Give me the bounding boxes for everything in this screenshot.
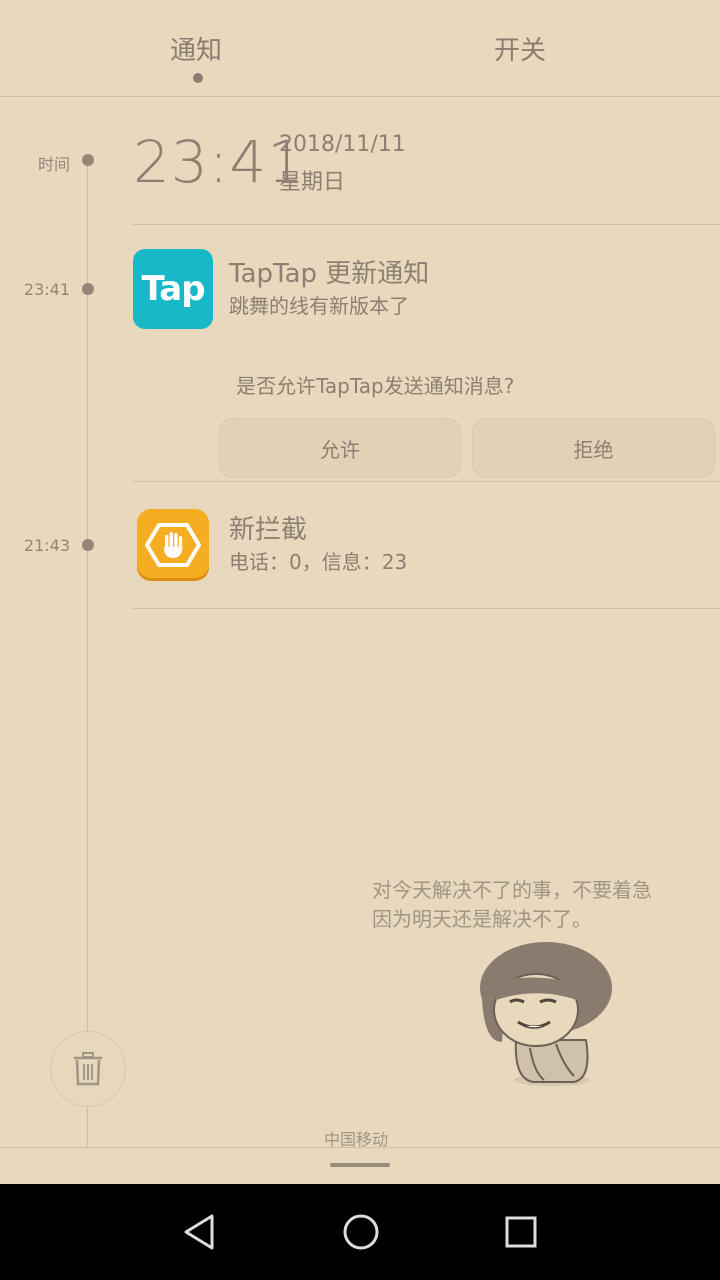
divider: [133, 481, 720, 482]
allow-button[interactable]: 允许: [219, 418, 461, 478]
notification-subtitle: 跳舞的线有新版本了: [229, 294, 409, 318]
notification-time: 23:41: [23, 280, 70, 299]
stop-hand-icon: [145, 523, 201, 567]
notification-time: 21:43: [23, 536, 70, 555]
deny-button[interactable]: 拒绝: [472, 418, 715, 478]
home-button[interactable]: [321, 1184, 401, 1280]
permission-prompt: 是否允许TapTap发送通知消息?: [236, 374, 515, 398]
quote-line-1: 对今天解决不了的事，不要着急: [372, 878, 652, 902]
panel-bottom-border: [0, 1147, 720, 1148]
current-date: 2018/11/11: [279, 132, 406, 157]
empty-quote: 对今天解决不了的事，不要着急 因为明天还是解决不了。: [372, 876, 652, 934]
notification-title[interactable]: 新拦截: [229, 509, 307, 546]
back-button[interactable]: [160, 1184, 240, 1280]
trash-icon: [74, 1052, 102, 1086]
notification-title[interactable]: TapTap 更新通知: [229, 253, 429, 290]
timeline-dot: [82, 283, 94, 295]
back-icon: [184, 1214, 214, 1250]
notification-subtitle: 电话：0，信息：23: [229, 550, 408, 574]
meme-illustration: [480, 942, 612, 1086]
quote-line-2: 因为明天还是解决不了。: [372, 907, 592, 931]
block-hand-app-icon[interactable]: [137, 509, 209, 581]
tab-switches[interactable]: 开关: [494, 30, 546, 67]
current-weekday: 星期日: [279, 170, 346, 195]
recents-icon: [505, 1216, 537, 1248]
taptap-app-icon[interactable]: Tap: [133, 249, 213, 329]
tab-notifications[interactable]: 通知: [170, 30, 222, 67]
divider: [133, 608, 720, 609]
taptap-logo-text: Tap: [141, 269, 205, 309]
timeline-header-label: 时间: [37, 155, 70, 174]
recents-button[interactable]: [481, 1184, 561, 1280]
timeline-dot: [82, 154, 94, 166]
tab-bar: 通知 开关: [0, 0, 720, 97]
clear-notifications-button[interactable]: [50, 1031, 126, 1107]
timeline-dot: [82, 539, 94, 551]
home-icon: [343, 1214, 379, 1250]
timeline-line: [87, 160, 88, 1148]
navigation-bar: [0, 1184, 720, 1280]
drag-handle[interactable]: [330, 1163, 390, 1167]
divider: [133, 224, 720, 225]
active-tab-indicator: [193, 73, 203, 83]
